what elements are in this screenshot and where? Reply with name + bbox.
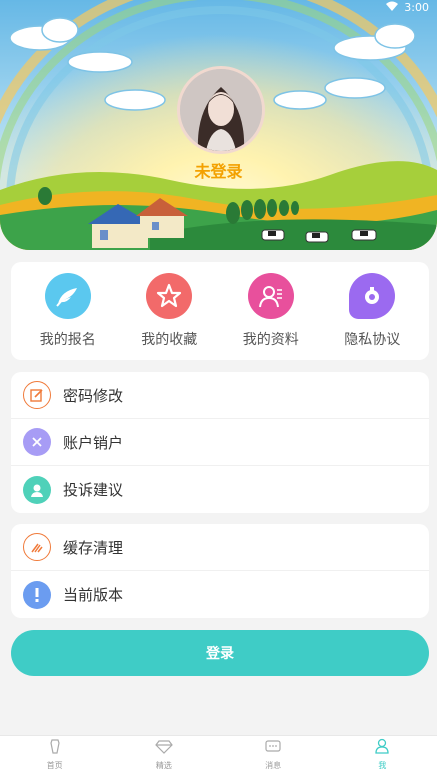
status-bar: 3:00 (386, 0, 429, 14)
row-label: 密码修改 (63, 386, 124, 405)
tab-label: 精选 (155, 760, 172, 770)
tab-home[interactable]: 首页 (0, 736, 109, 773)
broom-icon (23, 533, 51, 561)
star-icon (146, 273, 193, 319)
quick-item-label: 我的资料 (242, 332, 299, 348)
quick-item-label: 我的报名 (39, 332, 96, 348)
quick-menu-card: 我的报名 我的收藏 我的资料 隐私协议 (11, 262, 429, 360)
user-icon (374, 738, 390, 758)
info-icon (23, 580, 51, 609)
login-status-text[interactable]: 未登录 (0, 158, 437, 182)
quick-item-my-favorites[interactable]: 我的收藏 (122, 273, 217, 349)
tab-featured[interactable]: 精选 (109, 736, 218, 773)
profile-icon (247, 273, 294, 319)
wifi-icon (386, 1, 399, 14)
login-button[interactable]: 登录 (11, 630, 429, 676)
row-feedback[interactable]: 投诉建议 (11, 466, 429, 513)
home-icon (48, 738, 62, 758)
edit-icon (23, 381, 51, 409)
row-current-version[interactable]: 当前版本 (11, 571, 429, 618)
quick-item-my-profile[interactable]: 我的资料 (223, 273, 318, 349)
tab-messages[interactable]: 消息 (219, 736, 328, 773)
quick-item-label: 隐私协议 (344, 332, 401, 348)
tab-label: 首页 (46, 761, 63, 770)
quick-item-my-registration[interactable]: 我的报名 (20, 273, 115, 349)
row-label: 账户销户 (63, 433, 124, 452)
row-change-password[interactable]: 密码修改 (11, 372, 429, 419)
diamond-icon (155, 739, 173, 758)
row-close-account[interactable]: 账户销户 (11, 419, 429, 466)
privacy-icon (349, 273, 396, 319)
row-clear-cache[interactable]: 缓存清理 (11, 524, 429, 571)
profile-header: 3:00 未登录 (0, 0, 437, 250)
support-icon (23, 475, 51, 504)
bottom-tab-bar: 首页 精选 消息 我 (0, 735, 437, 773)
tab-label: 消息 (265, 760, 282, 770)
quick-item-label: 我的收藏 (141, 332, 198, 348)
message-icon (265, 739, 281, 758)
settings-group-account: 密码修改 账户销户 投诉建议 (11, 372, 429, 513)
avatar[interactable] (177, 66, 265, 154)
row-label: 当前版本 (63, 586, 124, 604)
close-icon (23, 428, 51, 456)
row-label: 投诉建议 (63, 481, 124, 499)
tab-label: 我 (378, 761, 387, 770)
settings-group-app: 缓存清理 当前版本 (11, 524, 429, 618)
row-label: 缓存清理 (63, 538, 124, 557)
feather-icon (44, 273, 91, 319)
status-time: 3:00 (404, 0, 429, 14)
quick-item-privacy-policy[interactable]: 隐私协议 (325, 273, 420, 349)
tab-me[interactable]: 我 (328, 736, 437, 773)
